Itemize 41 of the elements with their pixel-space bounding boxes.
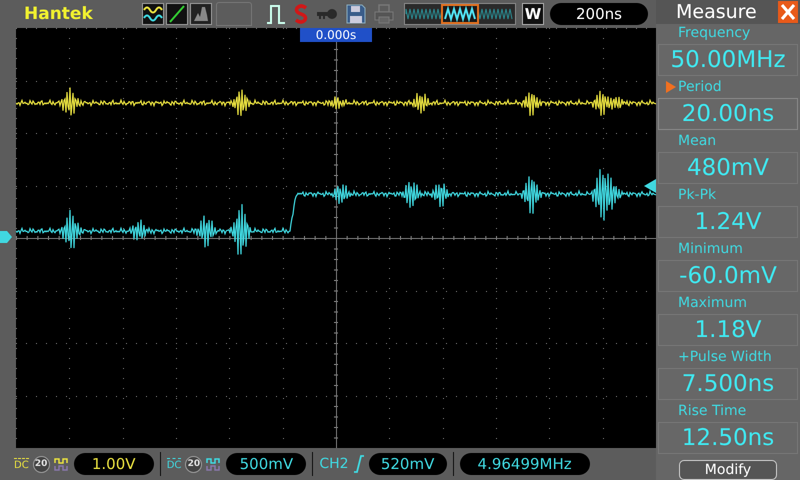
- measurement-label[interactable]: Mean: [678, 133, 716, 150]
- measurement-value: 12.50ns: [658, 422, 798, 454]
- persistence-icon[interactable]: [190, 3, 212, 25]
- measurement-label[interactable]: Frequency: [678, 25, 750, 42]
- channel-scale-readout[interactable]: 1.00V: [74, 453, 154, 475]
- brand-logo: Hantek: [24, 4, 94, 24]
- measurement-value: 1.18V: [658, 314, 798, 346]
- save-icon[interactable]: [346, 4, 366, 24]
- waveform-icon[interactable]: [142, 3, 164, 25]
- measurement-label[interactable]: Period: [678, 79, 722, 96]
- pulse-icon[interactable]: [266, 3, 286, 25]
- frequency-readout: 4.96499MHz: [460, 453, 590, 475]
- rising-edge-icon: [352, 455, 365, 473]
- channel-marker-icon[interactable]: [0, 230, 12, 244]
- measurement-value: -60.0mV: [658, 260, 798, 292]
- bandwidth-limit-label[interactable]: 20: [32, 456, 50, 472]
- measurement-label[interactable]: Pk-Pk: [678, 187, 716, 204]
- close-icon[interactable]: [778, 0, 798, 23]
- invert-icon[interactable]: [206, 457, 222, 471]
- measurement-label[interactable]: Minimum: [678, 241, 743, 258]
- window-label[interactable]: W: [522, 3, 544, 25]
- modify-button[interactable]: Modify: [679, 460, 777, 480]
- line-icon[interactable]: [166, 3, 188, 25]
- bandwidth-limit-label[interactable]: 20: [185, 456, 202, 472]
- invert-icon[interactable]: [54, 457, 70, 471]
- trigger-level-readout: 520mV: [368, 453, 447, 475]
- channel-scale-readout[interactable]: 500mV: [226, 453, 306, 475]
- measurement-value: 20.00ns: [658, 98, 798, 130]
- timebase-readout: 200ns: [550, 3, 648, 25]
- measurement-value: 480mV: [658, 152, 798, 184]
- measurement-value: 7.500ns: [658, 368, 798, 400]
- measurement-label[interactable]: Maximum: [678, 295, 747, 312]
- panel-title: Measure: [676, 0, 757, 23]
- measurement-value: 50.00MHz: [658, 44, 798, 76]
- measurement-value: 1.24V: [658, 206, 798, 238]
- coupling-label[interactable]: DC: [166, 458, 182, 470]
- trigger-position-marker[interactable]: 0.000s: [300, 28, 372, 42]
- coupling-label[interactable]: DC: [14, 458, 29, 470]
- measurement-label[interactable]: +Pulse Width: [678, 349, 772, 366]
- measurement-label[interactable]: Rise Time: [678, 403, 746, 420]
- trigger-source-label: CH2: [319, 456, 349, 472]
